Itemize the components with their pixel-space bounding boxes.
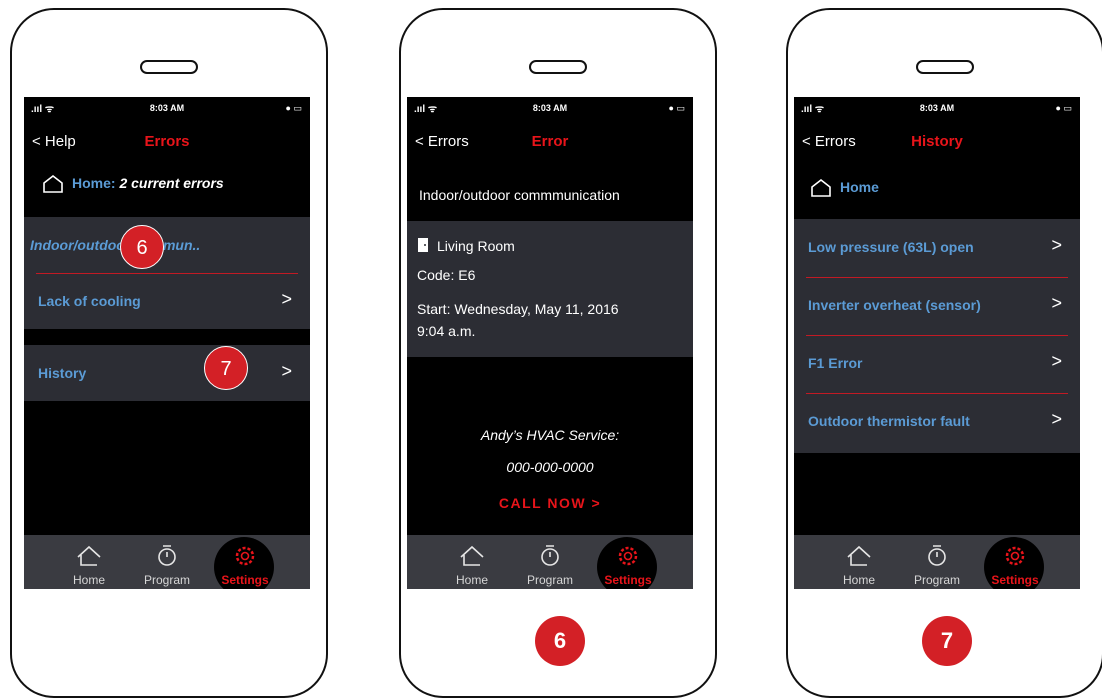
chevron-right-icon: > (1051, 409, 1062, 429)
status-time: 8:03 AM (532, 103, 568, 113)
door-icon (418, 238, 428, 252)
page-title: Errors (144, 133, 190, 150)
history-item-label: F1 Error (808, 355, 863, 371)
house-outline-icon (43, 175, 63, 194)
error-code: Code: E6 (417, 267, 476, 283)
screen-history: .ııl ᯤ 8:03 AM ● ▭ < Errors History Home… (794, 97, 1080, 589)
tab-bar: Home Program Settings (407, 535, 693, 589)
error-details-panel: Living Room Code: E6 Start: Wednesday, M… (407, 221, 693, 357)
phone-frame-history: .ııl ᯤ 8:03 AM ● ▭ < Errors History Home… (786, 8, 1102, 698)
nav-bar: < Errors Error (407, 129, 693, 157)
tab-label: Settings (604, 573, 652, 587)
history-item[interactable]: Outdoor thermistor fault > (794, 393, 1080, 449)
timer-icon (928, 545, 946, 566)
phone-speaker (916, 60, 974, 74)
status-bar: .ııl ᯤ 8:03 AM ● ▭ (407, 97, 693, 119)
status-time: 8:03 AM (149, 103, 185, 113)
error-row-1[interactable]: Indoor/outdoor commun.. (24, 217, 310, 273)
tab-home[interactable]: Home (54, 535, 124, 589)
tab-label: Program (143, 573, 190, 587)
step-badge-6: 6 (535, 616, 585, 666)
tab-program[interactable]: Program (515, 535, 585, 589)
chevron-right-icon: > (281, 361, 292, 381)
tab-program[interactable]: Program (902, 535, 972, 589)
history-item-label: Low pressure (63L) open (808, 239, 974, 255)
phone-frame-error-detail: .ııl ᯤ 8:03 AM ● ▭ < Errors Error Indoor… (399, 8, 717, 698)
gear-icon (235, 546, 255, 566)
history-label: History (38, 365, 87, 381)
call-now-button[interactable]: CALL NOW > (407, 495, 693, 511)
error-name: Indoor/outdoor commmunication (419, 187, 620, 203)
screen-errors: .ııl ᯤ 8:03 AM ● ▭ < Help Errors Home: 2… (24, 97, 310, 589)
history-item[interactable]: Low pressure (63L) open > (794, 219, 1080, 275)
tab-label: Home (72, 573, 105, 587)
page-title: Error (531, 133, 569, 150)
chevron-right-icon: > (1051, 235, 1062, 255)
battery-icon: ● ▭ (1055, 103, 1072, 113)
chevron-right-icon: > (1051, 293, 1062, 313)
phone-speaker (140, 60, 198, 74)
history-row[interactable]: History > (24, 345, 310, 401)
home-label: Home (840, 179, 879, 195)
errors-list: Indoor/outdoor commun.. Lack of cooling … (24, 217, 310, 329)
timer-icon (158, 545, 176, 566)
house-icon (77, 545, 101, 566)
tab-program[interactable]: Program (132, 535, 202, 589)
gear-icon (1005, 546, 1025, 566)
screen-error-detail: .ııl ᯤ 8:03 AM ● ▭ < Errors Error Indoor… (407, 97, 693, 589)
status-time: 8:03 AM (919, 103, 955, 113)
callout-badge-6: 6 (120, 225, 164, 269)
tab-label: Program (526, 573, 573, 587)
history-item[interactable]: F1 Error > (794, 335, 1080, 391)
nav-bar: < Errors History (794, 129, 1080, 157)
tab-bar: Home Program Settings (24, 535, 310, 589)
home-summary: Home: 2 current errors (42, 175, 310, 194)
home-label: Home: (72, 175, 116, 191)
chevron-right-icon: > (281, 289, 292, 309)
error-start-time: 9:04 a.m. (417, 323, 476, 339)
status-bar: .ııl ᯤ 8:03 AM ● ▭ (794, 97, 1080, 119)
home-header: Home (810, 179, 1080, 198)
history-item-label: Inverter overheat (sensor) (808, 297, 981, 313)
room-name: Living Room (437, 238, 515, 254)
tab-label: Home (455, 573, 488, 587)
callout-badge-7: 7 (204, 346, 248, 390)
tab-label: Settings (991, 573, 1039, 587)
chevron-right-icon: > (1051, 351, 1062, 371)
house-icon (847, 545, 871, 566)
error-row-label: Indoor/outdoor commun.. (30, 237, 201, 253)
history-item[interactable]: Inverter overheat (sensor) > (794, 277, 1080, 333)
house-outline-icon (811, 179, 831, 198)
page-title: History (911, 133, 963, 150)
history-list: Low pressure (63L) open > Inverter overh… (794, 219, 1080, 453)
phone-speaker (529, 60, 587, 74)
tab-label: Home (842, 573, 875, 587)
nav-bar: < Help Errors (24, 129, 310, 157)
service-phone: 000-000-0000 (506, 459, 594, 475)
timer-icon (541, 545, 559, 566)
error-start-date: Start: Wednesday, May 11, 2016 (417, 301, 619, 317)
phone-frame-errors: .ııl ᯤ 8:03 AM ● ▭ < Help Errors Home: 2… (10, 8, 328, 698)
battery-icon: ● ▭ (668, 103, 685, 113)
tab-home[interactable]: Home (437, 535, 507, 589)
battery-icon: ● ▭ (285, 103, 302, 113)
step-badge-7: 7 (922, 616, 972, 666)
tab-settings[interactable]: Settings (593, 535, 663, 589)
tab-home[interactable]: Home (824, 535, 894, 589)
tab-bar: Home Program Settings (794, 535, 1080, 589)
tab-settings[interactable]: Settings (210, 535, 280, 589)
tab-settings[interactable]: Settings (980, 535, 1050, 589)
error-row-2[interactable]: Lack of cooling > (24, 273, 310, 329)
tab-label: Program (913, 573, 960, 587)
gear-icon (618, 546, 638, 566)
tab-label: Settings (221, 573, 269, 587)
service-name: Andy’s HVAC Service: (480, 427, 620, 443)
error-count: 2 current errors (119, 175, 224, 191)
history-item-label: Outdoor thermistor fault (808, 413, 970, 429)
error-row-label: Lack of cooling (38, 293, 141, 309)
house-icon (460, 545, 484, 566)
status-bar: .ııl ᯤ 8:03 AM ● ▭ (24, 97, 310, 119)
room-line: Living Room (417, 237, 515, 254)
